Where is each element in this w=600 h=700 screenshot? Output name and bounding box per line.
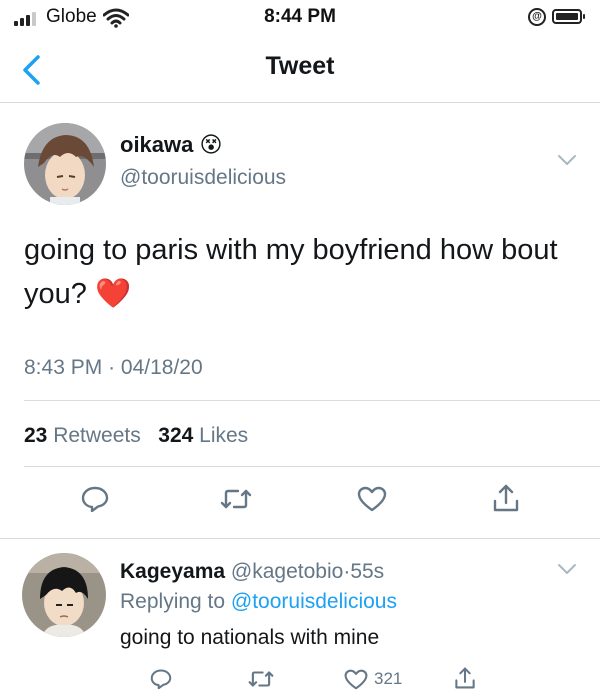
battery-icon [552, 9, 585, 24]
share-icon [455, 667, 475, 689]
replying-to-handle[interactable]: @tooruisdelicious [231, 590, 397, 613]
tweet-body: going to paris with my boyfriend how bou… [24, 228, 564, 316]
likes-stat[interactable]: 324 Likes [158, 424, 248, 447]
avatar-oikawa-image [24, 123, 106, 205]
tweet-menu-chevron-icon[interactable] [557, 154, 577, 166]
tweet-bottom-divider [0, 538, 600, 539]
tweet-timestamp[interactable]: 8:43 PM · 04/18/20 [24, 356, 203, 380]
tweet-date: 04/18/20 [120, 356, 203, 379]
heart-icon [357, 486, 387, 512]
replying-to-label: Replying to [120, 590, 226, 613]
reply-header: Kageyama @kagetobio·55s [120, 560, 384, 584]
header-divider [0, 102, 600, 103]
stats-divider [24, 466, 600, 467]
likes-count: 324 [158, 424, 194, 447]
tweet-stats: 23 Retweets 324 Likes [24, 424, 248, 448]
dizzy-face-emoji-icon: 😵 [199, 132, 223, 157]
retweet-icon [220, 489, 252, 509]
reply-display-name[interactable]: Kageyama [120, 560, 225, 583]
display-name-text: oikawa [120, 132, 194, 157]
reply-icon [150, 669, 172, 689]
likes-label: Likes [199, 424, 249, 447]
reply-like-button[interactable]: 321 [344, 666, 418, 692]
rotation-lock-icon: @ [528, 8, 546, 26]
page-title: Tweet [265, 52, 335, 80]
avatar-oikawa[interactable] [24, 123, 106, 205]
retweet-icon [248, 671, 274, 687]
replying-to: Replying to @tooruisdelicious [120, 590, 397, 614]
red-heart-emoji-icon: ❤️ [94, 278, 132, 310]
reply-like-count: 321 [374, 669, 403, 688]
share-button[interactable] [490, 482, 522, 514]
tweet-handle[interactable]: @tooruisdelicious [120, 166, 286, 190]
tweet-time: 8:43 PM [24, 356, 103, 379]
timestamp-separator: · [108, 356, 116, 379]
avatar-kageyama[interactable] [22, 553, 106, 637]
avatar-kageyama-image [22, 553, 106, 637]
retweets-label: Retweets [53, 424, 141, 447]
tweet-display-name[interactable]: oikawa 😵 [120, 132, 222, 158]
retweet-button[interactable] [218, 484, 254, 514]
share-icon [493, 484, 519, 512]
retweets-count: 23 [24, 424, 48, 447]
reply-text: going to nationals with mine [120, 626, 380, 649]
reply-icon [81, 486, 109, 512]
reply-retweet-button[interactable] [246, 666, 276, 692]
reply-handle[interactable]: @kagetobio [231, 560, 343, 583]
retweets-stat[interactable]: 23 Retweets [24, 424, 141, 447]
meta-divider [24, 400, 600, 401]
reply-age: 55s [350, 560, 385, 583]
reply-button[interactable] [78, 484, 112, 514]
reply-menu-chevron-icon[interactable] [557, 563, 577, 575]
heart-icon [344, 669, 368, 689]
reply-reply-button[interactable] [148, 666, 174, 692]
like-button[interactable] [355, 484, 389, 514]
status-bar: Globe 8:44 PM @ [0, 0, 600, 34]
reply-share-button[interactable] [452, 664, 478, 692]
status-time: 8:44 PM [264, 6, 336, 27]
